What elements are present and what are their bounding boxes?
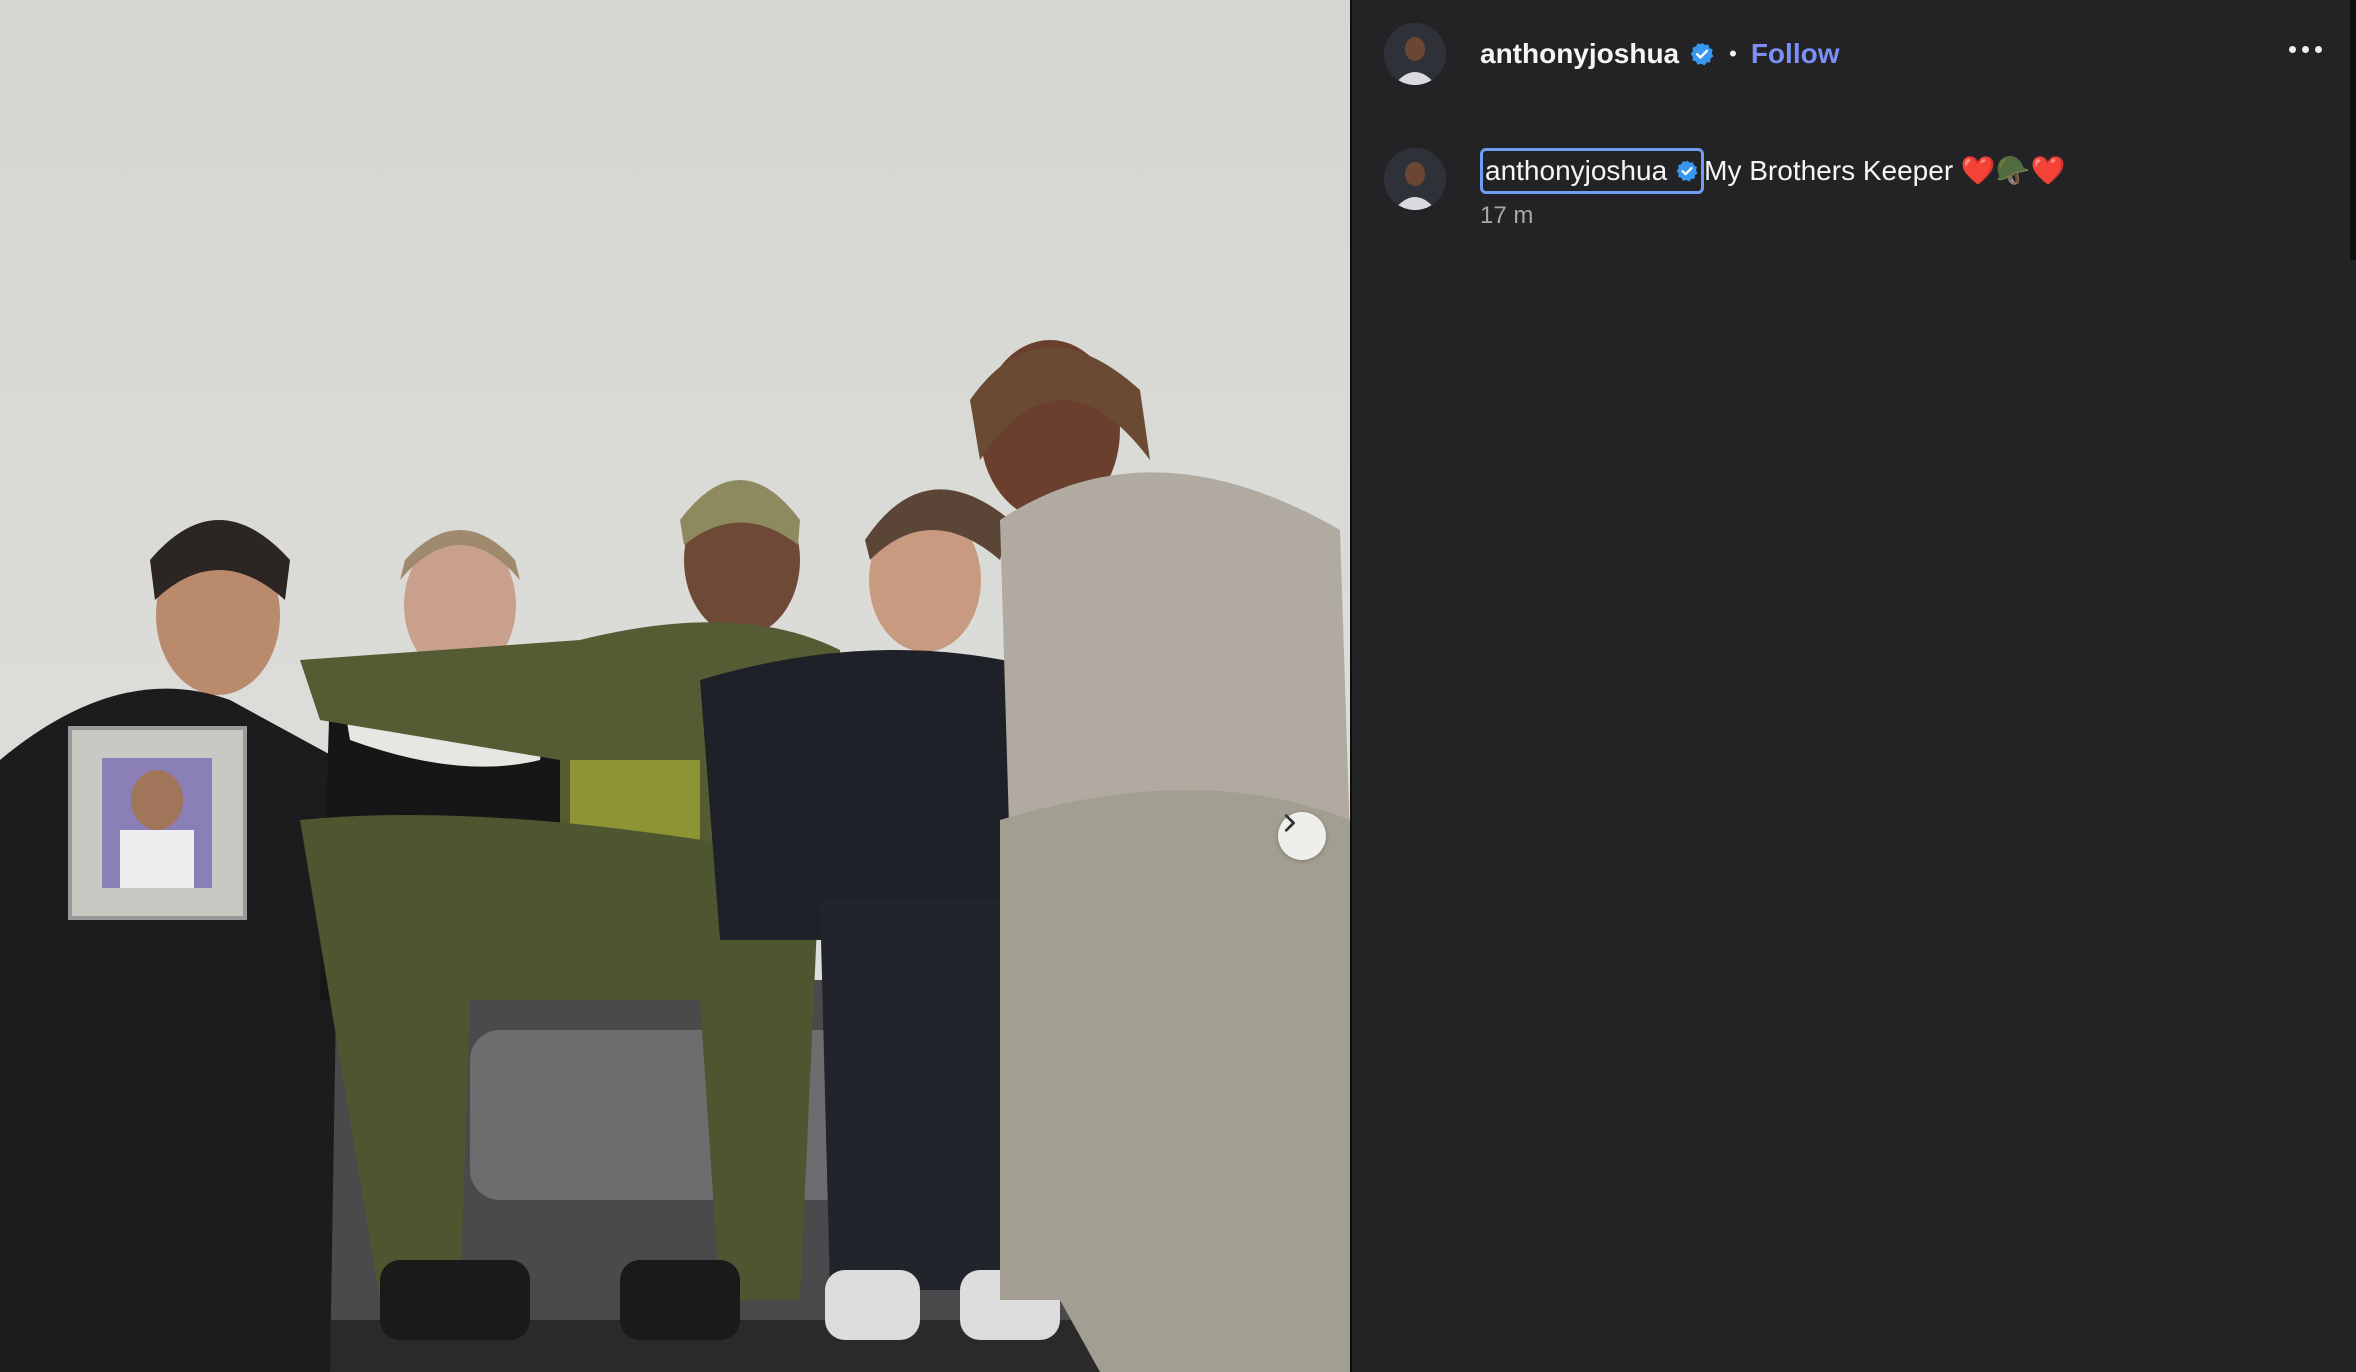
avatar-image <box>1384 23 1446 85</box>
next-media-button[interactable] <box>1278 812 1326 860</box>
photo-scene <box>0 0 1350 1372</box>
chevron-right-icon <box>1284 814 1295 832</box>
post-photo[interactable] <box>0 0 1350 1372</box>
post-timestamp[interactable]: 17 m <box>1480 202 2066 230</box>
post-header: anthonyjoshua • Follow <box>1384 23 2356 85</box>
caption-username: anthonyjoshua <box>1485 155 1668 186</box>
follow-button[interactable]: Follow <box>1751 38 1840 70</box>
verified-badge-icon <box>1689 41 1715 67</box>
caption-avatar[interactable] <box>1384 148 1446 210</box>
avatar-image <box>1384 148 1446 210</box>
post-details-panel: anthonyjoshua • Follow anthonyjoshua My … <box>1350 0 2356 1372</box>
caption-line: anthonyjoshua My Brothers Keeper ❤️🪖❤️ <box>1480 148 2066 194</box>
author-username[interactable]: anthonyjoshua <box>1480 38 1679 70</box>
caption-body: anthonyjoshua My Brothers Keeper ❤️🪖❤️ 1… <box>1480 148 2066 230</box>
separator-dot: • <box>1729 41 1737 66</box>
caption-username-link[interactable]: anthonyjoshua <box>1480 148 1705 194</box>
author-avatar[interactable] <box>1384 23 1446 85</box>
more-options-icon[interactable] <box>2289 46 2322 53</box>
caption: anthonyjoshua My Brothers Keeper ❤️🪖❤️ 1… <box>1384 148 2316 230</box>
caption-text: My Brothers Keeper ❤️🪖❤️ <box>1704 155 2066 186</box>
verified-badge-icon <box>1675 159 1699 183</box>
